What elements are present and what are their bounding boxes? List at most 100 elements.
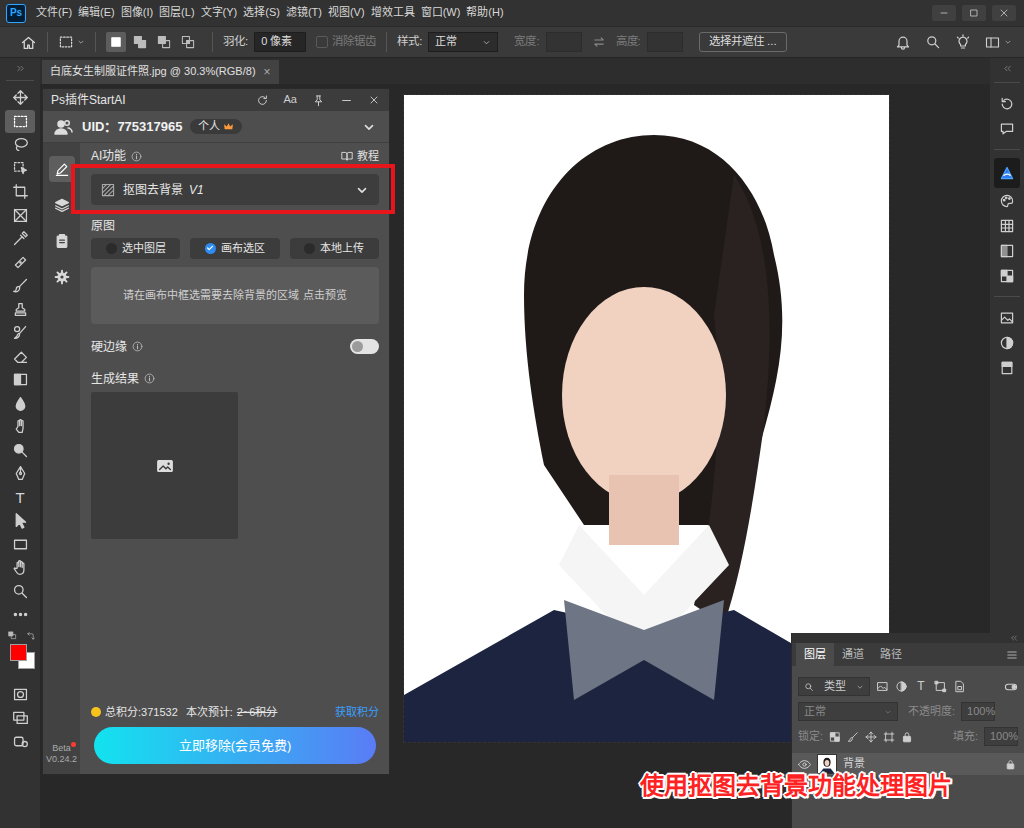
expand-chevron-icon[interactable] (362, 120, 376, 134)
select-and-mask-button[interactable]: 选择并遮住 ... (699, 32, 787, 52)
document-title[interactable]: 白底女生制服证件照.jpg @ 30.3%(RGB/8) (50, 65, 256, 78)
feather-input[interactable]: 0 像素 (254, 32, 306, 52)
startai-icon[interactable] (999, 165, 1015, 181)
selection-mode-icon[interactable] (154, 32, 174, 52)
tool-button[interactable] (5, 204, 35, 227)
layers-icon[interactable] (54, 197, 70, 213)
tool-button[interactable] (5, 580, 35, 603)
search-icon[interactable] (925, 34, 941, 50)
path-select-icon[interactable] (12, 512, 29, 529)
search-icon[interactable] (804, 682, 814, 692)
refresh-icon[interactable] (256, 94, 269, 107)
panel-tab[interactable]: 通道 (834, 643, 872, 666)
tool-button[interactable] (5, 533, 35, 556)
filter-toggle-icon[interactable] (1004, 680, 1018, 694)
radio-dot[interactable] (205, 243, 216, 254)
panel-button[interactable] (994, 305, 1020, 330)
type-filter-icon[interactable]: T (914, 679, 928, 693)
adjust-icon[interactable] (999, 335, 1015, 351)
panel-menu-icon[interactable] (1006, 649, 1018, 661)
marquee-icon[interactable] (12, 113, 29, 130)
layer-name[interactable]: 背景 (843, 757, 865, 770)
eyedropper-icon[interactable] (12, 230, 29, 247)
tool-button[interactable] (5, 86, 35, 109)
menu-item[interactable]: 滤镜(T) (286, 6, 322, 19)
panel-button[interactable] (994, 263, 1020, 288)
tool-button[interactable] (5, 298, 35, 321)
source-option[interactable]: 选中图层 (91, 238, 180, 259)
panel-button[interactable] (994, 188, 1020, 213)
menu-item[interactable]: 视图(V) (328, 6, 365, 19)
tool-button[interactable] (5, 556, 35, 579)
source-option-label[interactable]: 本地上传 (320, 242, 364, 255)
dodge-icon[interactable] (12, 442, 29, 459)
close-icon[interactable] (368, 94, 380, 106)
panel-tab[interactable] (49, 228, 75, 254)
menu-item[interactable]: 增效工具 (371, 6, 415, 19)
panel-tab[interactable]: 路径 (872, 643, 910, 666)
history-icon[interactable] (999, 96, 1015, 112)
smart-filter-icon[interactable] (953, 680, 966, 693)
blur-icon[interactable] (12, 395, 29, 412)
workspace-icon[interactable] (985, 35, 1000, 50)
comment-icon[interactable] (999, 121, 1015, 137)
close-icon[interactable] (992, 5, 1016, 21)
edit-icon[interactable] (54, 161, 70, 177)
source-option-label[interactable]: 画布选区 (221, 242, 265, 255)
eraser-icon[interactable] (12, 348, 29, 365)
lock-all-icon[interactable] (901, 731, 913, 743)
menu-item[interactable]: 文字(Y) (201, 6, 238, 19)
tool-button[interactable] (5, 227, 35, 250)
visibility-eye-icon[interactable] (798, 758, 811, 771)
zoom-icon[interactable] (12, 583, 29, 600)
shape-filter-icon[interactable] (934, 680, 947, 693)
radio-dot[interactable] (304, 243, 315, 254)
tool-button[interactable] (5, 110, 35, 133)
stamp-icon[interactable] (12, 301, 29, 318)
tool-button[interactable] (5, 321, 35, 344)
marquee-icon[interactable] (58, 34, 74, 50)
healing-icon[interactable] (12, 254, 29, 271)
workspace-switcher[interactable] (985, 35, 1012, 50)
panel-button[interactable] (994, 158, 1020, 188)
color-icon[interactable] (999, 193, 1015, 209)
source-option-label[interactable]: 选中图层 (122, 242, 166, 255)
source-option[interactable]: 画布选区 (190, 238, 279, 259)
feature-name[interactable]: 抠图去背景 (123, 183, 183, 197)
tool-button[interactable] (5, 180, 35, 203)
tool-button[interactable] (5, 706, 35, 729)
chevron-icon[interactable] (77, 38, 85, 46)
properties-icon[interactable] (999, 310, 1015, 326)
foreground-color-swatch[interactable] (10, 644, 27, 661)
smudge-icon[interactable] (12, 418, 29, 435)
pin-icon[interactable] (312, 94, 325, 107)
chevron-icon[interactable] (482, 38, 491, 47)
tool-button[interactable] (5, 603, 35, 626)
hard-edge-toggle[interactable] (350, 339, 379, 354)
menu-item[interactable]: 窗口(W) (421, 6, 461, 19)
document-tab[interactable]: 白底女生制服证件照.jpg @ 30.3%(RGB/8) × (42, 60, 279, 84)
collapse-icon[interactable] (1003, 62, 1012, 74)
selection-mode-icon[interactable] (106, 32, 126, 52)
home-icon[interactable] (20, 34, 37, 51)
tool-button[interactable] (5, 368, 35, 391)
swap-colors-icon[interactable] (26, 632, 35, 641)
lock-pixels-icon[interactable] (847, 731, 859, 743)
radio-dot[interactable] (106, 243, 117, 254)
tool-button[interactable] (5, 462, 35, 485)
panel-button[interactable] (994, 355, 1020, 380)
info-icon[interactable] (132, 341, 143, 352)
minimize-icon[interactable] (340, 94, 353, 107)
object-select-icon[interactable] (12, 160, 29, 177)
close-tab-button[interactable]: × (264, 65, 271, 79)
layer-lock-icon[interactable] (1005, 759, 1016, 770)
panel-tab[interactable]: 图层 (796, 643, 834, 666)
get-points-link[interactable]: 获取积分 (335, 706, 379, 719)
font-size-button[interactable]: Aa (284, 93, 297, 106)
tool-button[interactable] (5, 509, 35, 532)
bell-icon[interactable] (895, 34, 911, 50)
patterns-icon[interactable] (999, 268, 1015, 284)
tool-button[interactable] (5, 392, 35, 415)
discover-icon[interactable] (955, 34, 971, 50)
gradients-icon[interactable] (999, 243, 1015, 259)
